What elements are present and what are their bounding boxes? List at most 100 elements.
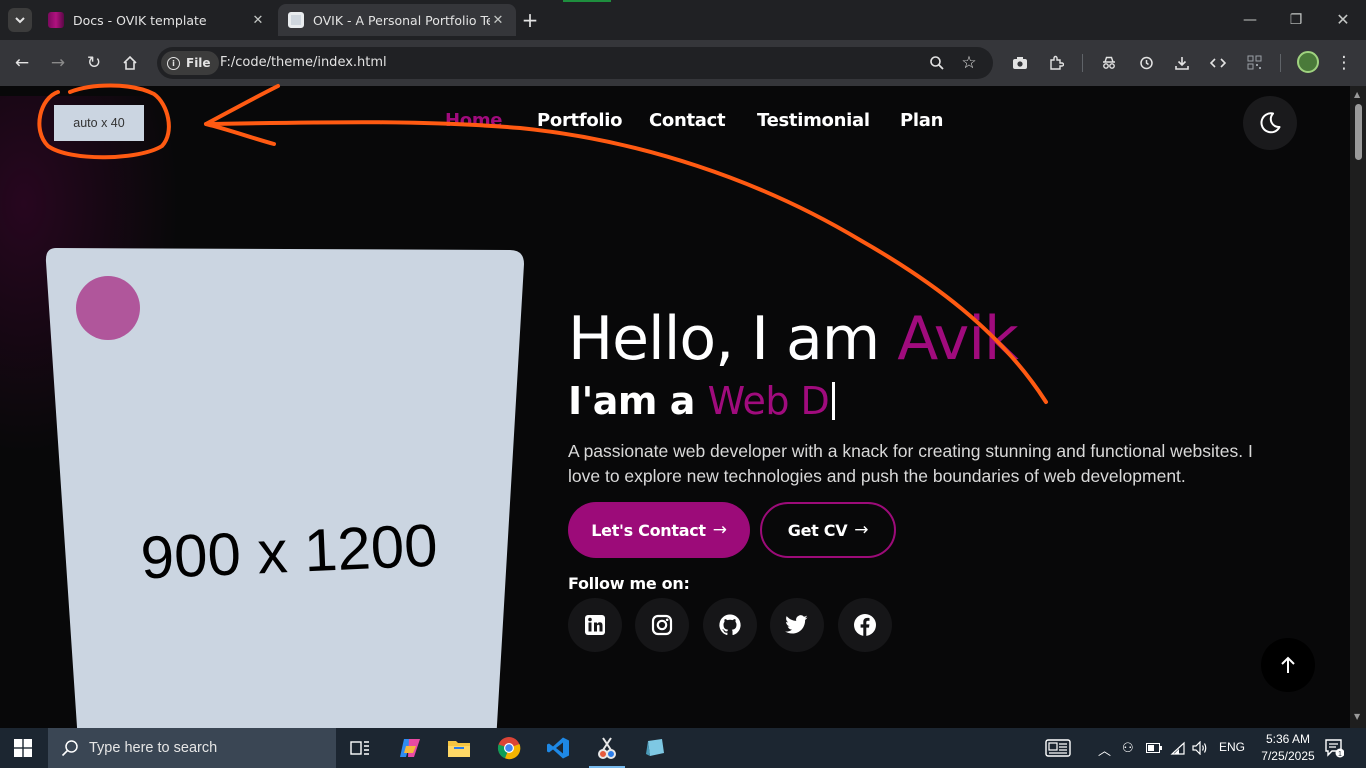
facebook-icon xyxy=(854,614,876,636)
extensions-icon[interactable] xyxy=(1045,52,1067,74)
tab-group-indicator xyxy=(563,0,611,2)
lets-contact-button[interactable]: Let's Contact → xyxy=(568,502,750,558)
zoom-icon[interactable] xyxy=(926,52,948,74)
notification-count: 1 xyxy=(1338,751,1342,758)
menu-kebab-icon[interactable]: ⋮ xyxy=(1333,52,1355,74)
chevron-down-icon xyxy=(15,17,25,24)
twitter-link[interactable] xyxy=(770,598,824,652)
scroll-up-arrow-icon[interactable]: ▲ xyxy=(1354,90,1360,99)
logo-placeholder[interactable]: auto x 40 xyxy=(54,105,144,141)
typing-caret xyxy=(832,382,836,420)
hero-subtitle: I'am a Web D xyxy=(568,379,836,423)
download-icon[interactable] xyxy=(1171,52,1193,74)
incognito-icon[interactable] xyxy=(1098,52,1120,74)
taskbar-search-box[interactable]: Type here to search xyxy=(48,728,336,768)
github-link[interactable] xyxy=(703,598,757,652)
volume-icon[interactable] xyxy=(1192,740,1208,758)
typed-role: Web D xyxy=(707,379,830,423)
forward-icon[interactable]: → xyxy=(47,52,69,74)
close-tab-icon[interactable]: ✕ xyxy=(490,12,506,28)
close-tab-icon[interactable]: ✕ xyxy=(250,12,266,28)
linkedin-link[interactable] xyxy=(568,598,622,652)
back-to-top-button[interactable] xyxy=(1261,638,1315,692)
qr-icon[interactable] xyxy=(1243,52,1265,74)
tab-docs[interactable]: Docs - OVIK template ✕ xyxy=(38,4,276,36)
app-icon[interactable] xyxy=(633,728,677,768)
vscode-icon[interactable] xyxy=(536,728,580,768)
scheme-label: File xyxy=(186,56,211,70)
tab-search-button[interactable] xyxy=(8,8,32,32)
nav-testimonial[interactable]: Testimonial xyxy=(757,110,870,131)
docs-favicon-icon xyxy=(48,12,64,28)
moon-icon xyxy=(1260,112,1281,134)
minimize-icon[interactable]: — xyxy=(1240,10,1260,30)
scroll-thumb[interactable] xyxy=(1355,104,1362,160)
file-explorer-icon[interactable] xyxy=(437,728,481,768)
battery-icon[interactable] xyxy=(1146,740,1162,756)
info-icon: i xyxy=(167,56,180,70)
scroll-down-arrow-icon[interactable]: ▼ xyxy=(1354,712,1360,721)
notifications-icon[interactable]: 1 xyxy=(1324,738,1345,761)
reload-icon[interactable]: ↻ xyxy=(83,52,105,74)
follow-label: Follow me on: xyxy=(568,574,690,593)
nav-plan[interactable]: Plan xyxy=(900,110,943,131)
hero-description: A passionate web developer with a knack … xyxy=(568,441,1253,486)
cv-button-label: Get CV xyxy=(787,520,848,540)
page-scrollbar[interactable]: ▲ ▼ xyxy=(1350,86,1366,728)
profile-avatar[interactable] xyxy=(1297,51,1319,73)
site-info-chip[interactable]: i File xyxy=(161,51,219,75)
toolbar-separator xyxy=(1082,54,1083,72)
hero-title: Hello, I am Avik xyxy=(568,304,1019,374)
portrait-size-label: 900 x 1200 xyxy=(139,512,439,592)
windows-start-icon[interactable] xyxy=(14,739,32,757)
hero-greeting: Hello, I am xyxy=(568,304,898,374)
devtools-icon[interactable] xyxy=(1207,52,1229,74)
nav-contact[interactable]: Contact xyxy=(649,110,726,131)
bookmark-star-icon[interactable]: ☆ xyxy=(958,52,980,74)
instagram-icon xyxy=(651,614,673,636)
news-widget-icon[interactable] xyxy=(1038,728,1078,768)
new-tab-button[interactable]: + xyxy=(520,10,540,30)
contact-button-label: Let's Contact xyxy=(591,520,706,540)
github-icon xyxy=(719,614,741,636)
get-cv-button[interactable]: Get CV → xyxy=(760,502,896,558)
screenshot-icon[interactable] xyxy=(1009,52,1031,74)
url-text[interactable]: F:/code/theme/index.html xyxy=(220,55,387,70)
system-clock[interactable]: 5:36 AM 7/25/2025 xyxy=(1256,731,1320,765)
clock-date: 7/25/2025 xyxy=(1261,749,1315,763)
meet-now-icon[interactable]: ⚇ xyxy=(1122,740,1134,756)
show-hidden-icons-icon[interactable]: ︿ xyxy=(1098,740,1111,759)
tab-strip: Docs - OVIK template ✕ OVIK - A Personal… xyxy=(0,0,1366,40)
arrow-right-icon: → xyxy=(854,520,869,540)
tab-title: Docs - OVIK template xyxy=(73,12,207,28)
role-prefix: I'am a xyxy=(568,379,708,423)
home-icon[interactable] xyxy=(119,52,141,74)
theme-toggle-button[interactable] xyxy=(1243,96,1297,150)
chrome-icon[interactable] xyxy=(487,728,531,768)
nav-portfolio[interactable]: Portfolio xyxy=(537,110,623,131)
portrait-placeholder-image: 900 x 1200 xyxy=(45,248,524,728)
input-language[interactable]: ENG xyxy=(1219,740,1245,754)
history-icon[interactable] xyxy=(1135,52,1157,74)
hero-name: Avik xyxy=(897,304,1018,374)
linkedin-icon xyxy=(585,615,605,635)
page-favicon-icon xyxy=(288,12,304,28)
close-window-icon[interactable]: ✕ xyxy=(1333,10,1353,30)
wifi-icon[interactable] xyxy=(1170,740,1186,758)
back-icon[interactable]: ← xyxy=(11,52,33,74)
page-viewport: auto x 40 Home Portfolio Contact Testimo… xyxy=(0,86,1350,728)
copilot-icon[interactable] xyxy=(388,728,432,768)
address-bar[interactable]: i File F:/code/theme/index.html ☆ xyxy=(157,47,993,79)
tab-title: OVIK - A Personal Portfolio Tem xyxy=(313,12,490,28)
facebook-link[interactable] xyxy=(838,598,892,652)
clock-time: 5:36 AM xyxy=(1265,732,1311,746)
tab-portfolio[interactable]: OVIK - A Personal Portfolio Tem ✕ xyxy=(278,4,516,36)
snipping-tool-icon[interactable] xyxy=(585,728,629,768)
browser-toolbar: ← → ↻ i File F:/code/theme/index.html ☆ … xyxy=(0,40,1366,86)
arrow-right-icon: → xyxy=(712,520,727,540)
instagram-link[interactable] xyxy=(635,598,689,652)
task-view-icon[interactable] xyxy=(338,728,382,768)
toolbar-separator xyxy=(1280,54,1281,72)
nav-home[interactable]: Home xyxy=(445,110,503,131)
maximize-icon[interactable]: ❐ xyxy=(1286,10,1306,30)
